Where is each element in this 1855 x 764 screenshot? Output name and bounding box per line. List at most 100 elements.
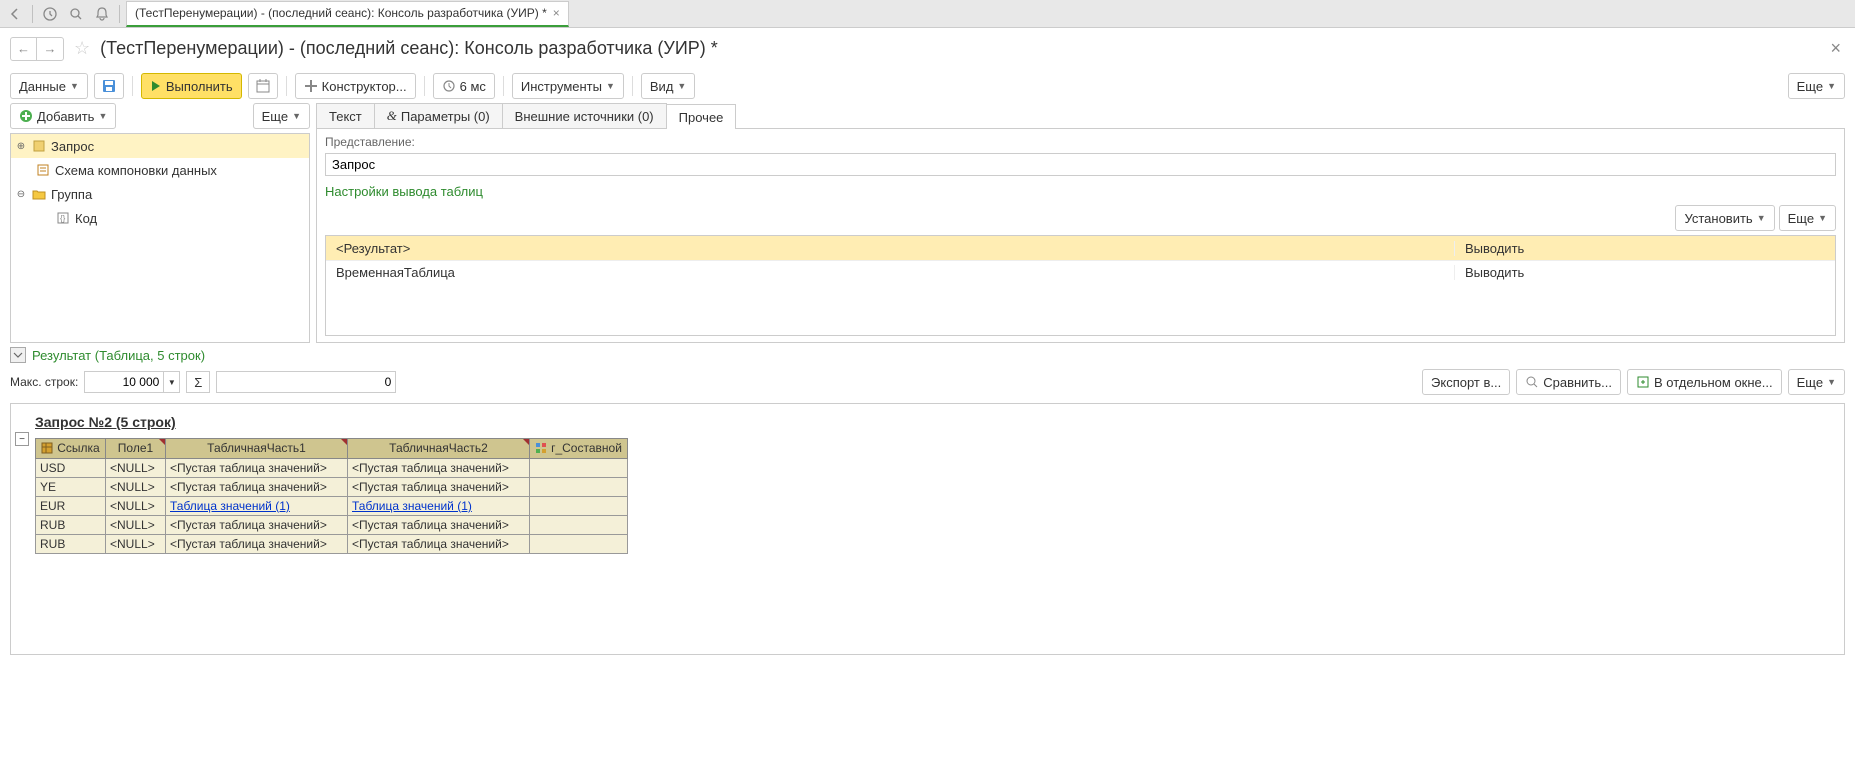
cell-ref: YE [36, 477, 106, 496]
query-icon [31, 138, 47, 154]
tab-text[interactable]: Текст [316, 103, 375, 128]
cell-field1: <NULL> [106, 496, 166, 515]
table-row[interactable]: RUB<NULL><Пустая таблица значений><Пуста… [36, 515, 628, 534]
right-content: Представление: Настройки вывода таблиц У… [316, 129, 1845, 343]
bell-icon[interactable] [91, 3, 113, 25]
view-button[interactable]: Вид▼ [641, 73, 695, 99]
cell-tc1[interactable]: Таблица значений (1) [166, 496, 348, 515]
cell-tc2: <Пустая таблица значений> [348, 534, 530, 553]
cell-tc2: <Пустая таблица значений> [348, 477, 530, 496]
favorite-star-icon[interactable]: ☆ [72, 36, 92, 61]
grid-cell-mode: Выводить [1455, 265, 1835, 280]
nav-forward-icon[interactable]: → [37, 38, 63, 60]
table-row[interactable]: YE<NULL><Пустая таблица значений><Пустая… [36, 477, 628, 496]
expand-icon[interactable]: ⊕ [15, 141, 27, 152]
tree-item-code[interactable]: {} Код [11, 206, 309, 230]
grid-cell-name: ВременнаяТаблица [326, 265, 1455, 280]
result-more-button[interactable]: Еще▼ [1788, 369, 1845, 395]
cell-tc1: <Пустая таблица значений> [166, 477, 348, 496]
search-icon[interactable] [65, 3, 87, 25]
tab-params[interactable]: &Параметры (0) [374, 103, 503, 128]
cell-field1: <NULL> [106, 534, 166, 553]
window-title: (ТестПеренумерации) - (последний сеанс):… [100, 38, 1818, 59]
result-title[interactable]: Результат (Таблица, 5 строк) [32, 348, 205, 363]
window-close-icon[interactable]: × [1826, 34, 1845, 63]
app-tab[interactable]: (ТестПеренумерации) - (последний сеанс):… [126, 1, 569, 27]
separator [286, 76, 287, 96]
save-button[interactable] [94, 73, 124, 99]
chevron-down-icon: ▼ [1757, 213, 1766, 223]
history-icon[interactable] [39, 3, 61, 25]
result-collapse-icon[interactable] [10, 347, 26, 363]
tree-item-group[interactable]: ⊖ Группа [11, 182, 309, 206]
max-rows-input[interactable] [84, 371, 164, 393]
cell-tc2[interactable]: Таблица значений (1) [348, 496, 530, 515]
more-button[interactable]: Еще▼ [1788, 73, 1845, 99]
th-tc1[interactable]: ТабличнаяЧасть1 [166, 439, 348, 459]
scheme-icon [35, 162, 51, 178]
code-icon: {} [55, 210, 71, 226]
table-row[interactable]: EUR<NULL>Таблица значений (1)Таблица зна… [36, 496, 628, 515]
window-header: ← → ☆ (ТестПеренумерации) - (последний с… [0, 28, 1855, 69]
th-field1[interactable]: Поле1 [106, 439, 166, 459]
cell-ref: EUR [36, 496, 106, 515]
tree-more-button[interactable]: Еще▼ [253, 103, 310, 129]
collapse-icon[interactable]: ⊖ [15, 189, 27, 200]
representation-label: Представление: [325, 135, 1836, 149]
run-button[interactable]: Выполнить [141, 73, 242, 99]
data-area[interactable]: − Запрос №2 (5 строк) Ссылка Поле1 Табли… [10, 403, 1845, 655]
compare-button[interactable]: Сравнить... [1516, 369, 1621, 395]
sum-input[interactable] [216, 371, 396, 393]
tab-external[interactable]: Внешние источники (0) [502, 103, 667, 128]
tree-item-query[interactable]: ⊕ Запрос [11, 134, 309, 158]
result-toolbar: Макс. строк: ▼ Σ Экспорт в... Сравнить..… [0, 367, 1855, 397]
sum-button[interactable]: Σ [186, 371, 210, 393]
composite-icon [535, 442, 549, 456]
constructor-button[interactable]: Конструктор... [295, 73, 416, 99]
data-collapse-icon[interactable]: − [15, 432, 29, 446]
export-button[interactable]: Экспорт в... [1422, 369, 1510, 395]
result-table: Ссылка Поле1 ТабличнаяЧасть1 ТабличнаяЧа… [35, 438, 628, 554]
calendar-button[interactable] [248, 73, 278, 99]
table-row[interactable]: USD<NULL><Пустая таблица значений><Пуста… [36, 458, 628, 477]
tree-box[interactable]: ⊕ Запрос Схема компоновки данных ⊖ Групп… [10, 133, 310, 343]
representation-input[interactable] [325, 153, 1836, 176]
right-tabs: Текст &Параметры (0) Внешние источники (… [316, 103, 1845, 129]
tools-button[interactable]: Инструменты▼ [512, 73, 624, 99]
tree-item-label: Код [75, 211, 97, 226]
table-row[interactable]: RUB<NULL><Пустая таблица значений><Пуста… [36, 534, 628, 553]
folder-icon [31, 186, 47, 202]
cell-field1: <NULL> [106, 515, 166, 534]
th-composite[interactable]: г_Составной [530, 439, 628, 459]
back-icon[interactable] [4, 3, 26, 25]
th-ref[interactable]: Ссылка [36, 439, 106, 459]
cell-ref: RUB [36, 515, 106, 534]
cell-tc1: <Пустая таблица значений> [166, 458, 348, 477]
max-rows-label: Макс. строк: [10, 375, 78, 389]
th-tc2[interactable]: ТабличнаяЧасть2 [348, 439, 530, 459]
main-toolbar: Данные▼ Выполнить Конструктор... 6 мс Ин… [0, 69, 1855, 103]
spinner-icon[interactable]: ▼ [164, 371, 180, 393]
tab-close-icon[interactable]: × [553, 6, 560, 20]
time-button[interactable]: 6 мс [433, 73, 495, 99]
marker-icon [341, 439, 347, 445]
chevron-down-icon: ▼ [1827, 81, 1836, 91]
tree-item-scheme[interactable]: Схема компоновки данных [11, 158, 309, 182]
add-button[interactable]: Добавить▼ [10, 103, 116, 129]
data-button[interactable]: Данные▼ [10, 73, 88, 99]
cell-field1: <NULL> [106, 477, 166, 496]
output-grid[interactable]: <Результат> Выводить ВременнаяТаблица Вы… [325, 235, 1836, 336]
cell-composite [530, 515, 628, 534]
cell-field1: <NULL> [106, 458, 166, 477]
nav-back-icon[interactable]: ← [11, 38, 37, 60]
new-window-button[interactable]: В отдельном окне... [1627, 369, 1782, 395]
svg-text:{}: {} [60, 214, 66, 223]
set-button[interactable]: Установить▼ [1675, 205, 1774, 231]
marker-icon [159, 439, 165, 445]
grid-row[interactable]: ВременнаяТаблица Выводить [326, 260, 1835, 284]
grid-row[interactable]: <Результат> Выводить [326, 236, 1835, 260]
cell-composite [530, 496, 628, 515]
tab-other[interactable]: Прочее [666, 104, 737, 129]
right-more-button[interactable]: Еще▼ [1779, 205, 1836, 231]
chevron-down-icon: ▼ [677, 81, 686, 91]
